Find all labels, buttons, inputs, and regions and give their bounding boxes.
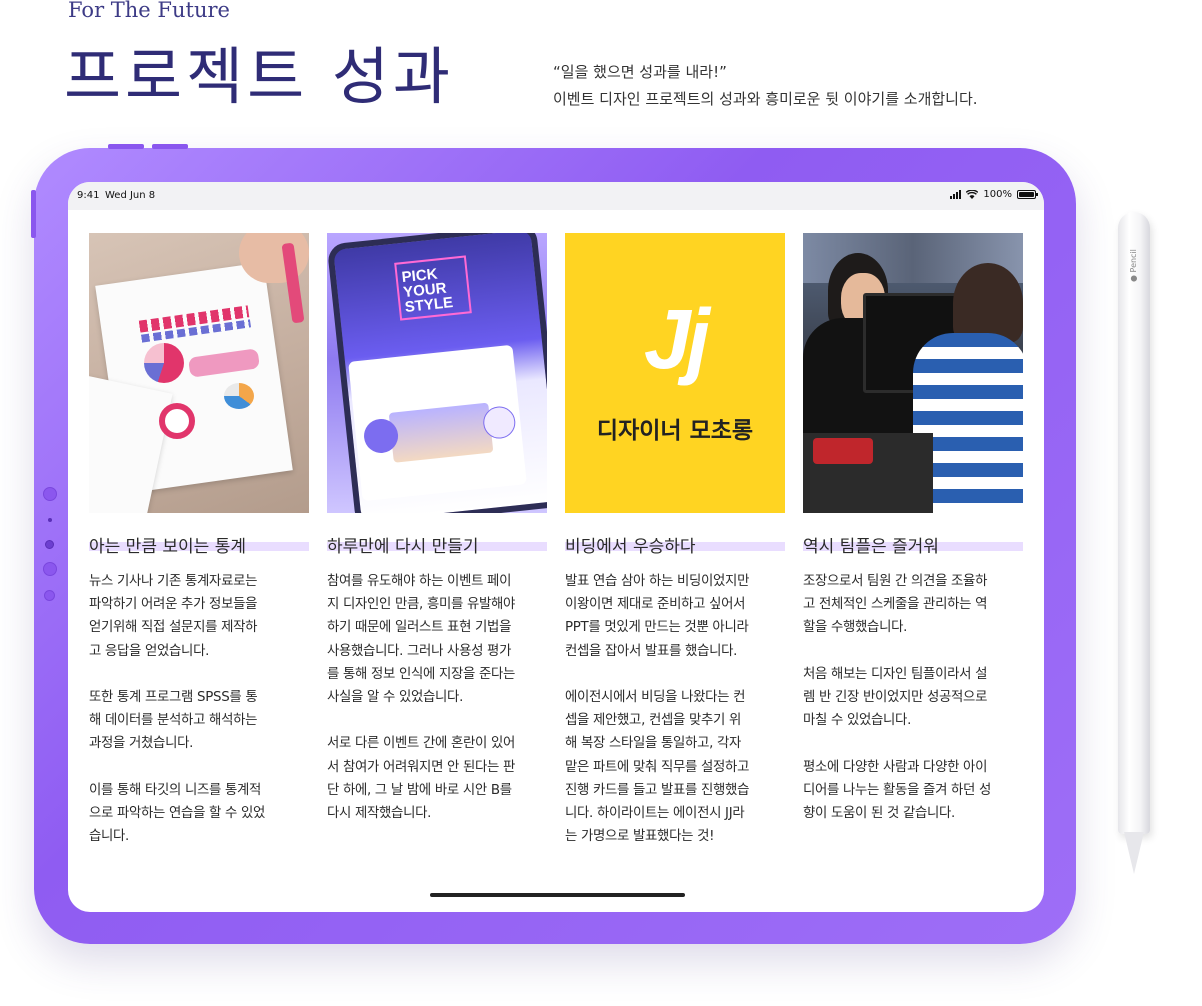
eyebrow-text: For The Future: [68, 0, 230, 22]
pencil-tip: [1124, 832, 1144, 874]
status-indicators: 100%: [950, 189, 1038, 200]
status-time: 9:41: [77, 190, 100, 201]
intro-text: “일을 했으면 성과를 내라!” 이벤트 디자인 프로젝트의 성과와 흥미로운 …: [553, 59, 978, 113]
card-body: 발표 연습 삼아 하는 비딩이었지만 이왕이면 제대로 준비하고 싶어서 PPT…: [565, 574, 750, 845]
stylus-pencil: ● Pencil: [1118, 212, 1150, 874]
card-body: 조장으로서 팀원 간 의견을 조율하 고 전체적인 스케줄을 관리하는 역 할을…: [803, 574, 992, 822]
status-bar: 9:41 Wed Jun 8 100%: [68, 182, 1044, 210]
pencil-label-text: Pencil: [1129, 249, 1138, 273]
battery-level: [1019, 192, 1034, 197]
pick-your-style-logo: PICK YOUR STYLE: [394, 255, 472, 321]
project-card-teamwork: 역시 팀플은 즐거워 조장으로서 팀원 간 의견을 조율하 고 전체적인 스케줄…: [803, 233, 1023, 825]
project-card-redesign: PICK YOUR STYLE 하루만에 다시 만들기 참여를 유도해야 하는 …: [327, 233, 547, 825]
sensor-dot: [44, 590, 55, 601]
hand-shape: [239, 233, 309, 283]
team-photo: [803, 233, 1023, 513]
intro-quote: “일을 했으면 성과를 내라!”: [553, 63, 727, 81]
tablet-screen: 9:41 Wed Jun 8 100% 아는 만큼 보이는 통계 뉴스 기사나 …: [68, 182, 1044, 912]
card-title-text: 역시 팀플은 즐거워: [803, 537, 939, 557]
wifi-icon: [966, 190, 979, 199]
illustration-graphic: [388, 402, 494, 463]
pie-chart-graphic: [144, 343, 184, 383]
person-head: [953, 263, 1023, 343]
sensor-dot: [43, 562, 57, 576]
pie-chart-graphic: [224, 383, 254, 409]
battery-percent: 100%: [983, 189, 1012, 200]
project-card-statistics: 아는 만큼 보이는 통계 뉴스 기사나 기존 통계자료로는 파악하기 어려운 추…: [89, 233, 309, 848]
report-paper: [89, 375, 173, 513]
event-content-panel: [348, 344, 527, 502]
card-body: 뉴스 기사나 기존 통계자료로는 파악하기 어려운 추가 정보들을 얻기위해 직…: [89, 574, 266, 845]
sensor-dot: [48, 518, 52, 522]
jj-logo: Jj: [643, 292, 710, 386]
pencil-label: ● Pencil: [1129, 249, 1138, 282]
page-title: 프로젝트 성과: [64, 40, 454, 113]
status-date: Wed Jun 8: [105, 190, 156, 201]
apple-icon: ●: [1129, 275, 1138, 282]
pencil-body: [1118, 212, 1150, 834]
card-title-text: 아는 만큼 보이는 통계: [89, 537, 246, 557]
donut-chart-graphic: [159, 403, 195, 439]
card-title-text: 하루만에 다시 만들기: [327, 537, 479, 557]
event-page-photo: PICK YOUR STYLE: [327, 233, 547, 513]
tablet-top-button: [108, 144, 144, 149]
tablet-top-button: [152, 144, 188, 149]
agency-logo-image: Jj 디자이너 모초롱: [565, 233, 785, 513]
mousepad-graphic: [813, 438, 873, 464]
card-title: 역시 팀플은 즐거워: [803, 532, 1023, 557]
sensor-dot: [43, 487, 57, 501]
card-title: 하루만에 다시 만들기: [327, 532, 547, 557]
card-title: 비딩에서 우승하다: [565, 532, 785, 557]
home-indicator[interactable]: [430, 893, 685, 897]
project-card-bidding: Jj 디자이너 모초롱 비딩에서 우승하다 발표 연습 삼아 하는 비딩이었지만…: [565, 233, 785, 848]
battery-icon: [1017, 190, 1038, 199]
card-title: 아는 만큼 보이는 통계: [89, 532, 309, 557]
designer-name: 디자이너 모초롱: [596, 418, 754, 444]
tablet-side-button: [31, 190, 36, 238]
card-body: 참여를 유도해야 하는 이벤트 페이 지 디자인인 만큼, 흥미를 유발해야 하…: [327, 574, 516, 822]
statistics-photo: [89, 233, 309, 513]
intro-description: 이벤트 디자인 프로젝트의 성과와 흥미로운 뒷 이야기를 소개합니다.: [553, 90, 978, 108]
signal-icon: [950, 190, 962, 199]
card-title-text: 비딩에서 우승하다: [565, 537, 696, 557]
camera-icon: [45, 540, 54, 549]
